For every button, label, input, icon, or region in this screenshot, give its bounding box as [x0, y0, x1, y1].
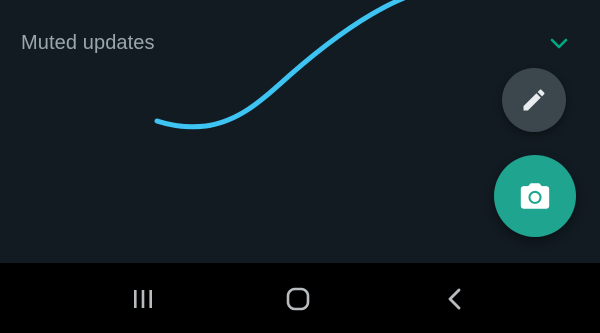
expand-muted-updates-button[interactable] — [545, 30, 573, 58]
pencil-icon — [523, 89, 545, 111]
back-button[interactable] — [427, 277, 483, 321]
recents-button[interactable] — [115, 277, 171, 321]
back-icon — [448, 288, 461, 310]
system-navigation-bar — [0, 263, 600, 333]
muted-updates-label: Muted updates — [21, 32, 155, 54]
status-ring-icon — [36, 0, 86, 4]
chevron-down-icon — [550, 38, 568, 49]
home-button[interactable] — [270, 277, 326, 321]
camera-icon — [520, 183, 550, 209]
updates-content: Muted updates — [0, 0, 600, 263]
screen: Muted updates — [0, 0, 600, 333]
recents-icon — [134, 290, 152, 308]
edit-text-status-button[interactable] — [502, 68, 566, 132]
camera-status-button[interactable] — [494, 155, 576, 237]
home-icon — [286, 287, 310, 311]
